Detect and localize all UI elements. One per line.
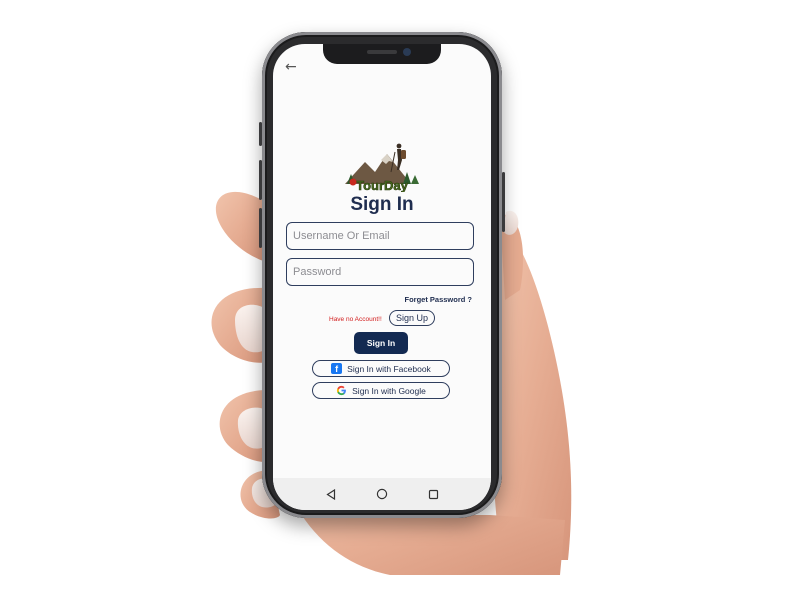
mute-switch — [259, 122, 262, 146]
username-email-input[interactable] — [286, 222, 474, 250]
sign-up-button[interactable]: Sign Up — [389, 310, 435, 326]
sign-up-label: Sign Up — [395, 313, 429, 323]
google-icon — [337, 385, 347, 396]
square-recents-icon[interactable] — [426, 487, 440, 501]
front-camera — [403, 48, 411, 56]
facebook-sign-in-button[interactable]: f Sign In with Facebook — [312, 360, 450, 377]
power-button — [502, 172, 505, 232]
logo-wordmark: TourDay — [356, 178, 409, 192]
volume-down-button — [259, 208, 262, 248]
app-screen: ← TourDay Sign In Forget Password ? Have… — [273, 44, 491, 510]
triangle-back-icon[interactable] — [324, 487, 338, 501]
circle-home-icon[interactable] — [375, 487, 389, 501]
sign-in-label: Sign In — [366, 338, 396, 348]
page-title: Sign In — [350, 194, 414, 215]
google-button-label: Sign In with Google — [352, 385, 426, 396]
no-account-label: Have no Account!! — [329, 316, 382, 323]
speaker-grille — [367, 50, 397, 54]
google-sign-in-button[interactable]: Sign In with Google — [312, 382, 450, 399]
facebook-icon: f — [331, 363, 343, 374]
android-nav-bar — [273, 478, 491, 510]
volume-up-button — [259, 160, 262, 200]
tourday-logo: TourDay — [345, 143, 419, 192]
forget-password-link[interactable]: Forget Password ? — [404, 295, 472, 304]
password-input[interactable] — [286, 258, 474, 286]
facebook-button-label: Sign In with Facebook — [347, 363, 431, 374]
notch — [323, 44, 441, 64]
sign-in-button[interactable]: Sign In — [354, 332, 408, 354]
back-arrow-icon[interactable]: ← — [285, 60, 297, 74]
